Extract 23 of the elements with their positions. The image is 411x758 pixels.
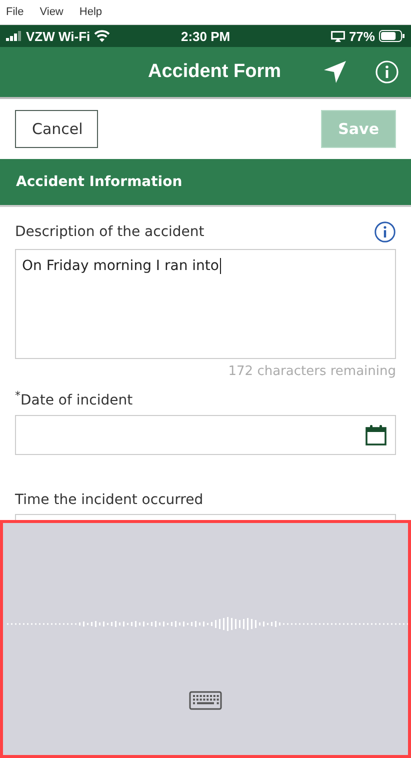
location-arrow-icon[interactable]: [323, 60, 347, 84]
date-field[interactable]: [15, 414, 396, 455]
airplay-icon: [330, 30, 345, 42]
menu-item[interactable]: View: [40, 6, 64, 18]
info-icon[interactable]: [374, 221, 396, 243]
battery-percent: 77%: [348, 28, 375, 44]
clock-time: 2:30 PM: [180, 28, 230, 44]
character-counter: 172 characters remaining: [227, 364, 396, 379]
field-label: Description of the accident: [15, 224, 204, 240]
keyboard-icon[interactable]: [189, 691, 222, 710]
carrier-name: VZW Wi-Fi: [26, 28, 90, 44]
menu-item[interactable]: Help: [79, 6, 102, 18]
signal-icon: [6, 31, 22, 41]
calendar-icon[interactable]: [365, 424, 387, 446]
battery-icon: [378, 30, 405, 42]
menu-item[interactable]: File: [6, 6, 24, 18]
description-field[interactable]: On Friday morning I ran into: [15, 249, 396, 359]
wifi-icon: [94, 30, 110, 42]
section-title: Accident Information: [16, 174, 182, 190]
field-label: Time the incident occurred: [15, 492, 204, 508]
cancel-button[interactable]: Cancel: [15, 110, 98, 148]
screen-title: Accident Form: [148, 61, 281, 83]
field-label: $^{*}$Date of incident: [15, 389, 133, 409]
